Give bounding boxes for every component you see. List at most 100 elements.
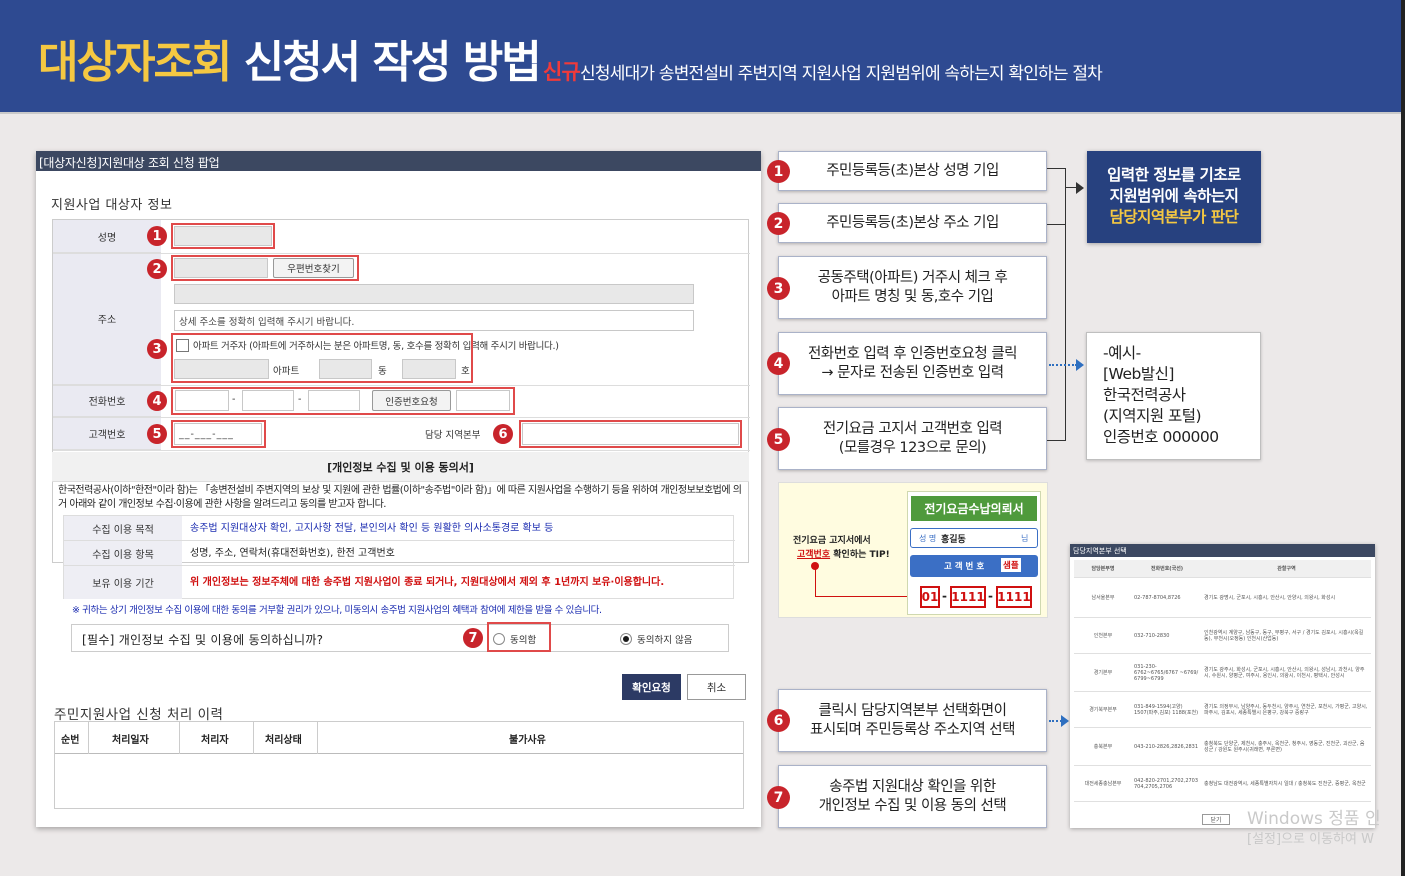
- step-6-box: 클릭시 담당지역본부 선택화면이 표시되며 주민등록상 주소지역 선택: [778, 689, 1047, 752]
- column-header: 처리상태: [265, 735, 302, 746]
- bill-customer-row: 고 객 번 호 샘플: [910, 555, 1038, 577]
- step-4-box: 전화번호 입력 후 인증번호요청 클릭 → 문자로 전송된 인증번호 입력: [778, 332, 1047, 395]
- step-5-box: 전기요금 고지서 고객번호 입력 (모를경우 123으로 문의): [778, 407, 1047, 470]
- connector-line: [1065, 168, 1066, 441]
- agree-no-radio[interactable]: [620, 633, 632, 645]
- divider: [317, 722, 318, 754]
- page-header: 대상자조회 신청서 작성 방법 신규신청세대가 송변전설비 주변지역 지원사업 …: [0, 0, 1405, 114]
- marker-5: 5: [147, 424, 167, 444]
- dotted-connector: [1049, 364, 1077, 366]
- section-title: 지원사업 대상자 정보: [51, 198, 173, 213]
- table-row[interactable]: 경기본부 031-230-6762~6765/6767 ~6769/ 6799~…: [1074, 654, 1371, 692]
- region-popup-title: 담당지역본부 선택: [1070, 544, 1375, 557]
- connector-line: [1047, 440, 1066, 441]
- divider: [88, 722, 89, 754]
- arrow-head: [1061, 715, 1069, 727]
- agree-question: [필수] 개인정보 수집 및 이용에 동의하십니까?: [82, 633, 324, 647]
- tip-text: 전기요금 고지서에서: [793, 536, 871, 546]
- column-header: 처리일자: [112, 735, 149, 746]
- highlight-box: [487, 622, 551, 652]
- divider: [179, 722, 180, 754]
- step-4-marker: 4: [767, 352, 790, 375]
- consent-title: [개인정보 수집 및 이용 동의서]: [52, 452, 749, 482]
- step-6-marker: 6: [767, 709, 790, 732]
- cancel-button[interactable]: 취소: [687, 674, 746, 700]
- apply-popup: [대상자신청]지원대상 조회 신청 팝업 지원사업 대상자 정보 성명 주소 전…: [36, 151, 761, 827]
- highlight-box: [171, 255, 359, 281]
- table-row[interactable]: 남서울본부 02-787-8704,8726 경기도 광명시, 군포시, 시흥시…: [1074, 578, 1371, 618]
- region-select-popup: 담당지역본부 선택 담당본부명 전화번호(국선) 관할구역 남서울본부 02-7…: [1070, 544, 1375, 828]
- page-subtitle: 신규신청세대가 송변전설비 주변지역 지원사업 지원범위에 속하는지 확인하는 …: [543, 60, 1103, 84]
- address-input[interactable]: [174, 284, 694, 304]
- phone-label: 전화번호: [53, 385, 161, 417]
- consent-table: 수집 이용 목적 송주법 지원대상자 확인, 고지사항 전달, 본인의사 확인 등…: [63, 515, 735, 599]
- highlight-box: [171, 387, 515, 415]
- agree-no-label: 동의하지 않음: [637, 635, 693, 646]
- history-table: 순번 처리일자 처리자 처리상태 불가사유: [54, 721, 744, 809]
- table-row[interactable]: 대전세종충남본부 042-820-2701,2702,2703 704,2705…: [1074, 766, 1371, 802]
- marker-3: 3: [147, 339, 167, 359]
- close-button[interactable]: 닫기: [1202, 814, 1230, 825]
- region-label: 담당 지역본부: [425, 430, 481, 441]
- customer-no-part: 01: [920, 586, 940, 608]
- customer-no-sep: -: [942, 589, 947, 603]
- marker-1: 1: [147, 226, 167, 246]
- marker-4: 4: [147, 391, 167, 411]
- column-header: 불가사유: [509, 735, 546, 746]
- windows-watermark: Windows 정품 인: [1247, 809, 1381, 829]
- step-2-marker: 2: [767, 212, 790, 235]
- marker-7: 7: [463, 628, 483, 648]
- result-box: 입력한 정보를 기초로 지원범위에 속하는지 담당지역본부가 판단: [1087, 151, 1261, 243]
- right-border: [1401, 0, 1405, 876]
- consent-text: 한국전력공사(이하"한전"이라 함)는 「송변전설비 주변지역의 보상 및 지원…: [58, 485, 742, 510]
- step-7-marker: 7: [767, 786, 790, 809]
- customer-no-label: 고객번호: [53, 417, 161, 450]
- customer-no-part: 1111: [950, 586, 986, 608]
- connector-line: [1047, 168, 1066, 169]
- confirm-button[interactable]: 확인요청: [622, 674, 681, 700]
- customer-no-part: 1111: [996, 586, 1032, 608]
- windows-watermark: [설정]으로 이동하여 W: [1247, 832, 1374, 847]
- popup-title: [대상자신청]지원대상 조회 신청 팝업: [36, 151, 761, 171]
- arrow-head: [1076, 182, 1084, 194]
- bill-card: 전기요금수납의뢰서 성 명 홍길동 님 고 객 번 호 샘플 01 - 1111…: [907, 491, 1041, 615]
- step-1-marker: 1: [767, 160, 790, 183]
- divider: [53, 253, 750, 254]
- highlight-box: [171, 420, 266, 448]
- divider: [53, 450, 750, 451]
- pointer-dot: [811, 562, 819, 570]
- table-header: 담당본부명 전화번호(국선) 관할구역: [1074, 560, 1371, 578]
- table-row[interactable]: 경기북부본부 031-849-1594(고양) 1507(파주,김포) 1188…: [1074, 692, 1371, 728]
- bill-title: 전기요금수납의뢰서: [911, 496, 1037, 521]
- table-header: 순번 처리일자 처리자 처리상태 불가사유: [55, 722, 743, 754]
- table-row[interactable]: 충북본부 043-210-2826,2826,2831 충청북도 단양군, 제천…: [1074, 728, 1371, 766]
- name-label: 성명: [53, 220, 161, 253]
- pointer-line: [815, 596, 920, 597]
- connector-line: [1047, 224, 1066, 225]
- marker-2: 2: [147, 259, 167, 279]
- bill-name-row: 성 명 홍길동 님: [910, 528, 1038, 548]
- step-2-box: 주민등록등(초)본상 주소 기입: [778, 203, 1047, 243]
- column-header: 순번: [61, 735, 80, 746]
- tip-text: 고객번호 확인하는 TIP!: [797, 550, 890, 560]
- table-row[interactable]: 인천본부 032-710-2830 인천광역시 계양구, 남동구, 동구, 부평…: [1074, 618, 1371, 654]
- table-row: 수집 이용 항목 성명, 주소, 연락처(휴대전화번호), 한전 고객번호: [64, 541, 735, 566]
- customer-no-sep: -: [988, 589, 993, 603]
- history-title: 주민지원사업 신청 처리 이력: [54, 707, 224, 723]
- step-5-marker: 5: [767, 428, 790, 451]
- consent-note: ※ 귀하는 상기 개인정보 수집 이용에 대한 동의를 거부할 권리가 있으나,…: [72, 605, 602, 616]
- customer-no-tip: 전기요금 고지서에서 고객번호 확인하는 TIP! 전기요금수납의뢰서 성 명 …: [778, 482, 1048, 618]
- highlight-box: [519, 420, 742, 448]
- address-label: 주소: [53, 253, 161, 385]
- column-header: 처리자: [201, 735, 229, 746]
- highlight-box: [171, 333, 473, 383]
- table-row: 보유 이용 기간 위 개인정보는 정보주체에 대한 송주법 지원사업이 종료 되거…: [64, 566, 735, 599]
- step-1-box: 주민등록등(초)본상 성명 기입: [778, 151, 1047, 191]
- highlight-box: [171, 223, 275, 249]
- divider: [53, 417, 750, 418]
- step-3-box: 공동주택(아파트) 거주시 체크 후 아파트 명칭 및 동,호수 기입: [778, 256, 1047, 319]
- arrow-head: [1076, 359, 1084, 371]
- divider: [53, 385, 750, 386]
- sms-example-box: -예시- [Web발신] 한국전력공사 (지역지원 포털) 인증번호 00000…: [1086, 332, 1261, 460]
- detail-address-input[interactable]: 상세 주소를 정확히 입력해 주시기 바랍니다.: [174, 310, 694, 331]
